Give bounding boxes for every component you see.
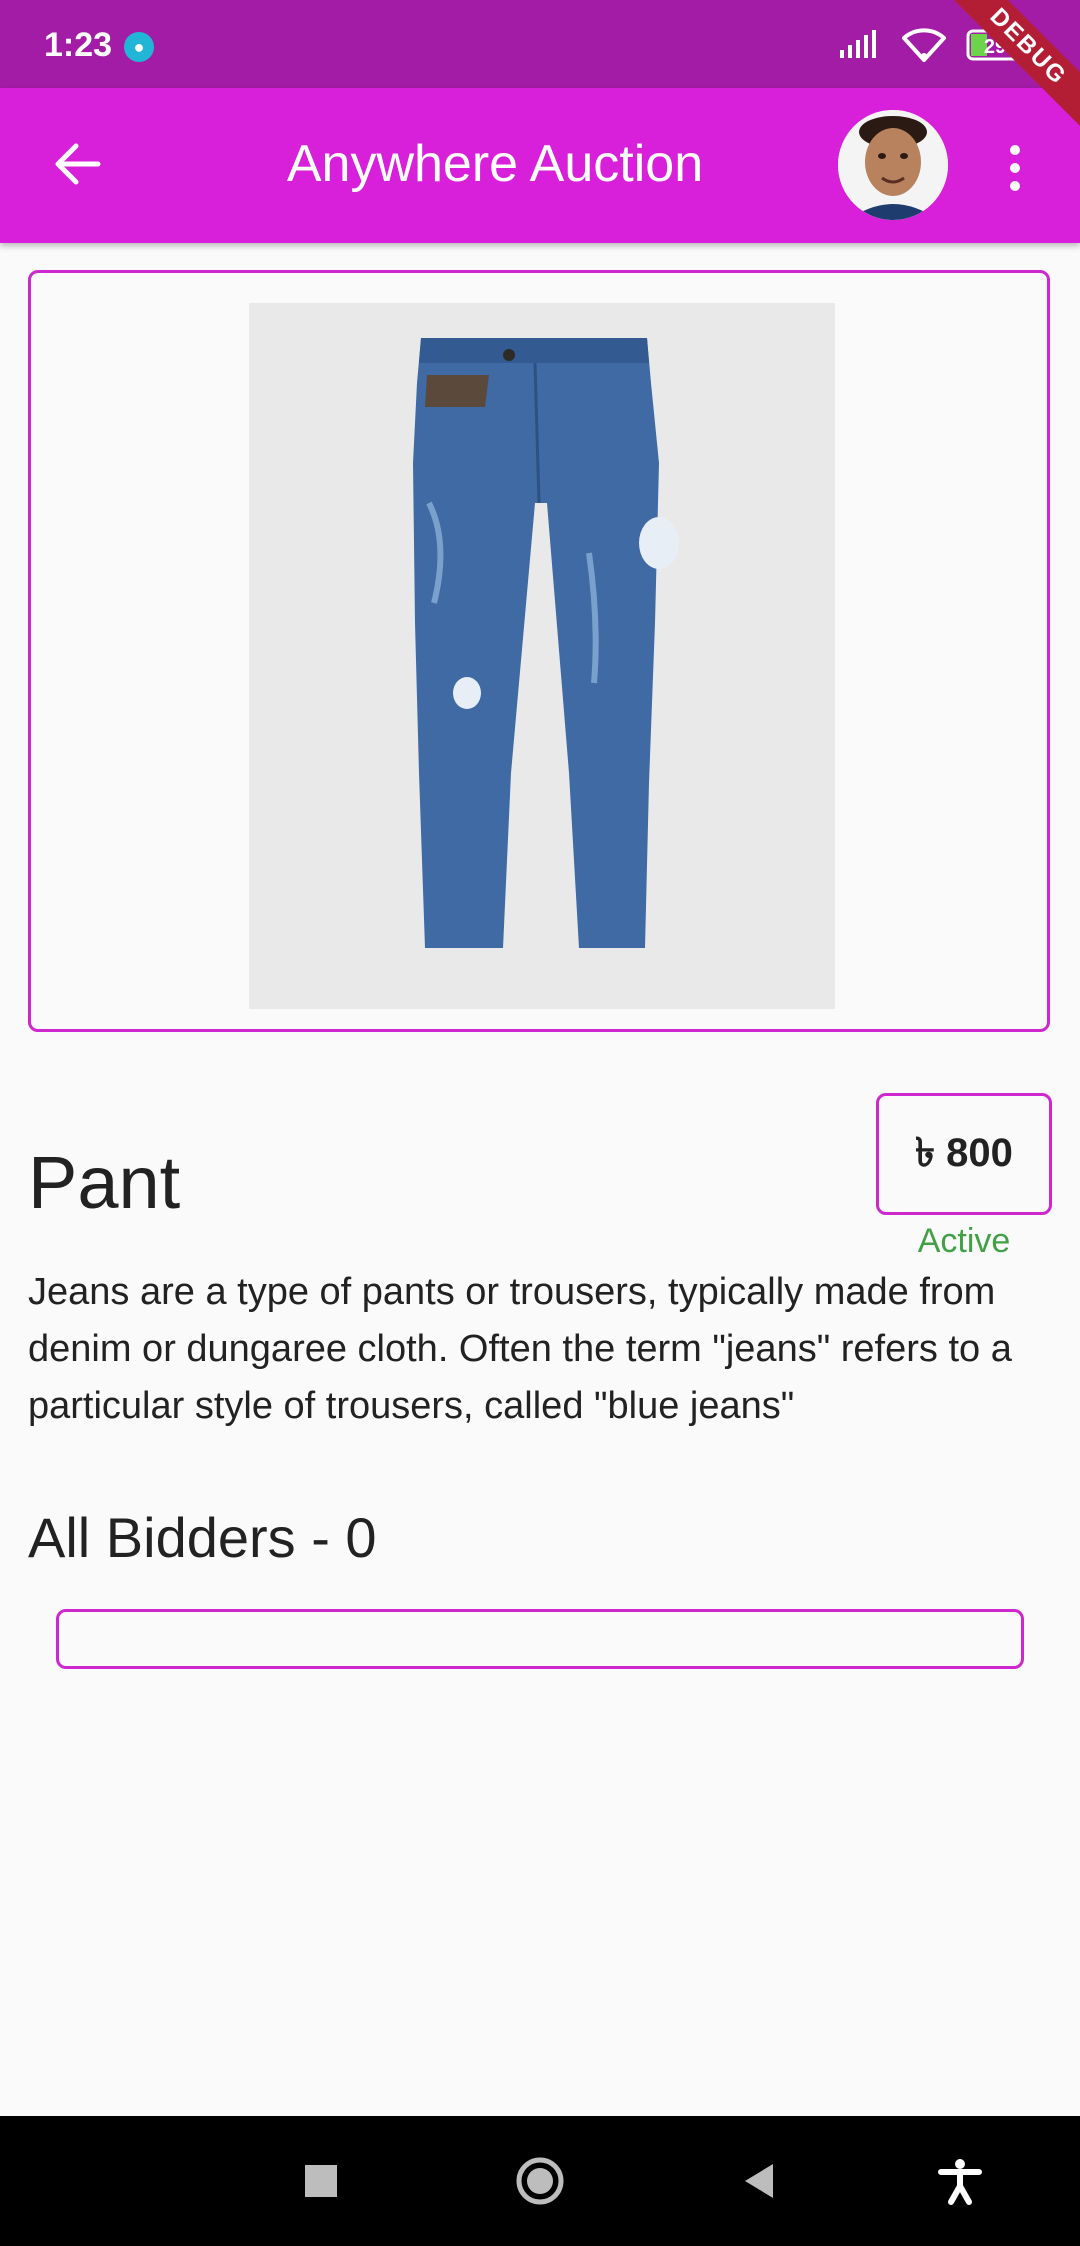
signal-icon [840, 30, 876, 58]
status-time: 1:23 [44, 26, 113, 64]
price-value: ৳ 800 [915, 1130, 1013, 1175]
circle-icon[interactable] [515, 2156, 565, 2206]
wifi-icon [902, 28, 946, 62]
triangle-icon[interactable] [735, 2156, 785, 2206]
system-nav-bar [0, 2116, 1080, 2246]
product-description: Jeans are a type of pants or trousers, t… [28, 1271, 1012, 1427]
price-badge: ৳ 800 [876, 1093, 1052, 1215]
product-name: Pant [28, 1141, 181, 1224]
status-badge: Active [917, 1222, 1011, 1260]
android-icon: ● [124, 32, 154, 62]
product-image-card [28, 270, 1050, 1032]
avatar-image [838, 110, 948, 220]
avatar[interactable] [838, 110, 948, 220]
app-bar: Anywhere Auction [0, 88, 1080, 243]
status-bar: 1:23 ● 29 DEBUG [0, 0, 1080, 139]
product-image [249, 303, 835, 1009]
bid-input[interactable] [56, 1609, 1024, 1669]
more-vert-icon[interactable] [1000, 138, 1030, 198]
square-icon[interactable] [296, 2156, 346, 2206]
accessibility-icon[interactable] [935, 2156, 985, 2206]
bidders-heading: All Bidders - 0 [28, 1506, 377, 1569]
